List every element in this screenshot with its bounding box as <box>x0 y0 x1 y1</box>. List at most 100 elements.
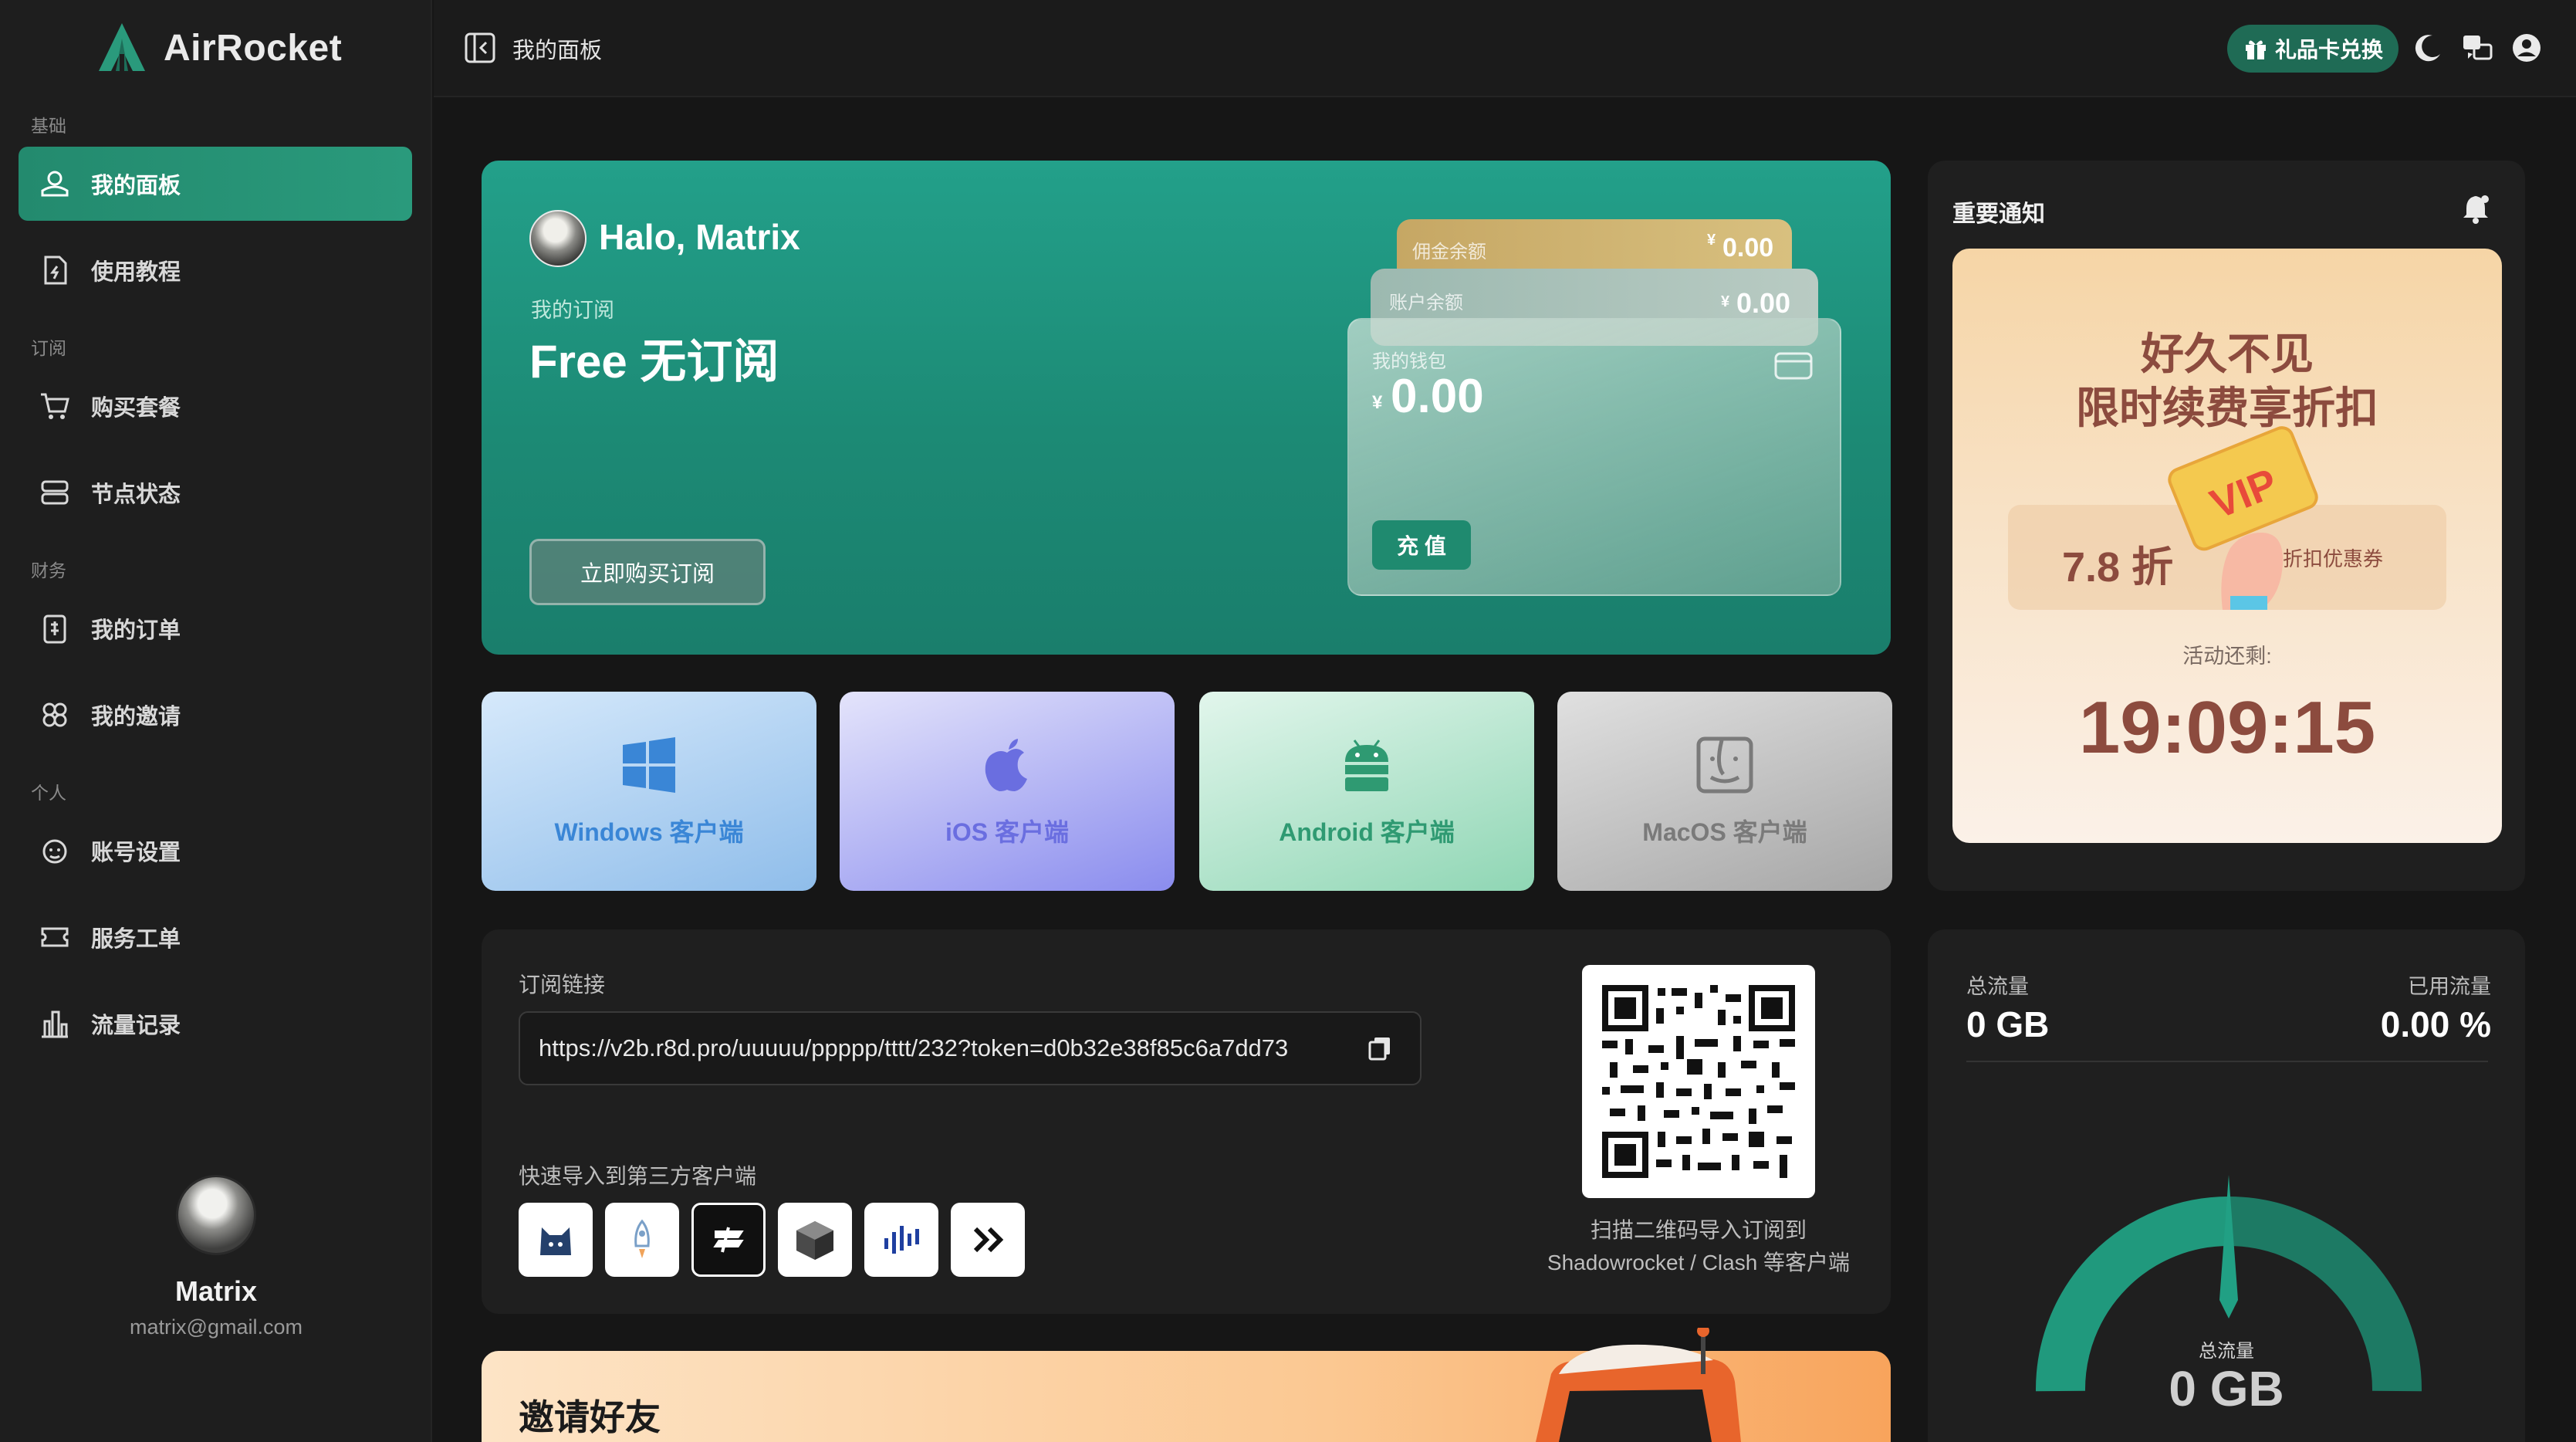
recharge-button[interactable]: 充 值 <box>1372 520 1471 570</box>
coupon-discount: 7.8 折 <box>2062 544 2174 591</box>
account-balance-label: 账户余额 <box>1389 293 1463 313</box>
surge-app-button[interactable] <box>778 1203 852 1277</box>
dashboard-icon <box>41 171 69 197</box>
sidebar-item-tickets[interactable]: 服务工单 <box>19 900 412 974</box>
bell-icon[interactable] <box>2459 191 2493 225</box>
sidebar-item-account-settings[interactable]: 账号设置 <box>19 814 412 888</box>
buy-subscription-button[interactable]: 立即购买订阅 <box>529 539 766 605</box>
windows-icon <box>623 737 675 793</box>
gauge-needle <box>2219 1175 2238 1318</box>
account-balance-value: 0.00 <box>1736 287 1791 319</box>
user-circle-icon[interactable] <box>2510 31 2544 65</box>
account-icon <box>42 839 67 864</box>
windows-client-card[interactable]: Windows 客户端 <box>482 692 816 891</box>
server-icon <box>41 480 69 505</box>
quantumult-app-button[interactable] <box>864 1203 938 1277</box>
user-email: matrix@gmail.com <box>130 1315 303 1339</box>
qr-caption: 扫描二维码导入订阅到 <box>1590 1218 1807 1242</box>
finder-icon <box>1696 736 1753 794</box>
sidebar-item-label: 购买套餐 <box>91 396 181 421</box>
quick-import-label: 快速导入到第三方客户端 <box>519 1164 757 1188</box>
copy-icon[interactable] <box>1366 1034 1394 1062</box>
gift-card-button[interactable]: 礼品卡兑换 <box>2227 25 2399 73</box>
gauge-value: 0 GB <box>2169 1361 2284 1417</box>
used-traffic-label: 已用流量 <box>2408 975 2491 998</box>
stash-icon <box>713 1227 744 1253</box>
sidebar-item-label: 我的面板 <box>91 174 181 198</box>
gift-icon <box>2245 40 2266 59</box>
quantumult-icon <box>884 1226 919 1254</box>
card-icon <box>1774 352 1813 380</box>
android-client-card[interactable]: Android 客户端 <box>1199 692 1534 891</box>
currency-symbol: ¥ <box>1372 392 1383 413</box>
avatar[interactable] <box>176 1175 256 1255</box>
currency-symbol: ¥ <box>1721 293 1730 310</box>
greeting: Halo, Matrix <box>599 217 800 257</box>
total-traffic-value: 0 GB <box>1966 1004 2050 1044</box>
gauge-label: 总流量 <box>2199 1341 2254 1362</box>
sidebar-item-invites[interactable]: 我的邀请 <box>19 678 412 752</box>
sidebar-item-label: 使用教程 <box>91 260 181 285</box>
current-plan: Free 无订阅 <box>529 336 779 388</box>
more-icon <box>973 1227 1004 1253</box>
subscription-label: 我的订阅 <box>531 299 614 322</box>
countdown-timer: 19:09:15 <box>2078 686 2376 769</box>
nav-section-personal: 个人 <box>31 783 66 803</box>
sidebar-item-label: 服务工单 <box>91 927 181 952</box>
wallet-value: 0.00 <box>1391 370 1484 423</box>
client-label: Android 客户端 <box>1279 818 1455 846</box>
sidebar-item-label: 节点状态 <box>91 482 181 507</box>
invite-title: 邀请好友 <box>519 1397 661 1437</box>
subscription-url-field[interactable]: https://v2b.r8d.pro/uuuuu/ppppp/tttt/232… <box>519 1011 1422 1085</box>
sidebar-item-label: 流量记录 <box>91 1014 181 1038</box>
brand-logo[interactable]: AirRocket <box>94 20 342 76</box>
traffic-log-icon <box>42 1010 68 1038</box>
sidebar-collapse-icon[interactable] <box>463 31 497 65</box>
ios-client-card[interactable]: iOS 客户端 <box>840 692 1175 891</box>
coupon-label: 折扣优惠券 <box>2283 547 2384 570</box>
notice-title: 重要通知 <box>1952 201 2045 227</box>
shadowrocket-app-button[interactable] <box>605 1203 679 1277</box>
order-icon <box>43 614 66 644</box>
qr-caption-clients: Shadowrocket / Clash 等客户端 <box>1547 1251 1851 1274</box>
sidebar-item-traffic-log[interactable]: 流量记录 <box>19 987 412 1061</box>
total-traffic-label: 总流量 <box>1966 975 2029 998</box>
ticket-icon <box>41 927 69 947</box>
nav-section-subscribe: 订阅 <box>31 338 66 358</box>
sidebar-item-label: 我的订单 <box>91 618 181 643</box>
avatar <box>529 210 587 267</box>
sidebar-item-dashboard[interactable]: 我的面板 <box>19 147 412 221</box>
clash-app-button[interactable] <box>519 1203 593 1277</box>
nav-section-basic: 基础 <box>31 116 66 136</box>
translate-icon[interactable] <box>2460 31 2494 65</box>
tutorial-icon <box>44 256 67 285</box>
currency-symbol: ¥ <box>1707 232 1716 249</box>
promo-title: 好久不见 <box>2141 330 2314 378</box>
divider <box>1966 1061 2488 1062</box>
moon-icon[interactable] <box>2411 31 2445 65</box>
shadowrocket-icon <box>634 1219 650 1258</box>
stash-app-button[interactable] <box>691 1203 766 1277</box>
cart-icon <box>41 393 69 419</box>
subscription-qr-code[interactable] <box>1582 965 1815 1198</box>
computer-illustration <box>1536 1328 1741 1442</box>
sidebar-item-buy-plan[interactable]: 购买套餐 <box>19 369 412 443</box>
client-label: iOS 客户端 <box>945 818 1070 846</box>
sidebar-item-orders[interactable]: 我的订单 <box>19 591 412 665</box>
apple-icon <box>985 739 1027 791</box>
sidebar-item-label: 账号设置 <box>91 841 181 865</box>
client-label: Windows 客户端 <box>554 818 744 846</box>
subscription-link-label: 订阅链接 <box>519 973 606 997</box>
used-traffic-value: 0.00 % <box>2380 1004 2491 1044</box>
brand-name: AirRocket <box>164 27 343 69</box>
client-label: MacOS 客户端 <box>1642 818 1807 846</box>
macos-client-card[interactable]: MacOS 客户端 <box>1557 692 1892 891</box>
sidebar-item-tutorial[interactable]: 使用教程 <box>19 233 412 307</box>
page-title: 我的面板 <box>512 39 603 63</box>
nav-section-finance: 财务 <box>31 560 66 581</box>
more-apps-button[interactable] <box>951 1203 1025 1277</box>
user-name: Matrix <box>174 1275 258 1307</box>
commission-label: 佣金余额 <box>1412 242 1486 262</box>
sidebar-item-node-status[interactable]: 节点状态 <box>19 455 412 530</box>
commission-value: 0.00 <box>1722 233 1774 262</box>
